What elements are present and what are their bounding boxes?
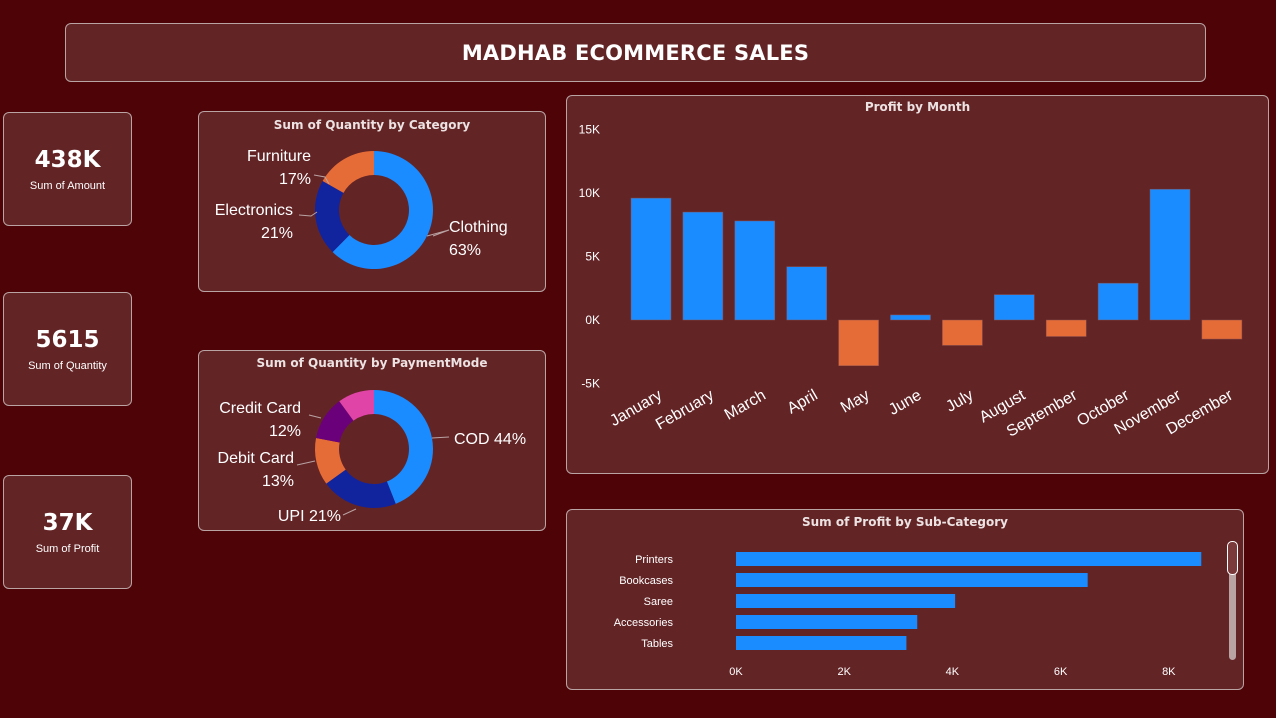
profit-by-subcategory-card[interactable]: Sum of Profit by Sub-Category Printers Bo… bbox=[566, 509, 1244, 690]
bar-november[interactable] bbox=[1149, 188, 1191, 321]
dashboard-title-bar: MADHAB ECOMMERCE SALES bbox=[65, 23, 1206, 82]
kpi-card-amount[interactable]: 438K Sum of Amount bbox=[3, 112, 132, 226]
dashboard-title: MADHAB ECOMMERCE SALES bbox=[461, 40, 810, 65]
furniture-percent: 17% bbox=[279, 171, 311, 188]
credit-card-label: Credit Card bbox=[219, 400, 301, 417]
y-tick-label: 10K bbox=[579, 186, 600, 200]
profit-by-subcategory-chart: Printers Bookcases Saree Accessories Tables 0… bbox=[614, 552, 1202, 678]
x-tick-label-february: February bbox=[653, 387, 717, 434]
y-tick-label: -5K bbox=[581, 377, 600, 391]
kpi-amount-value: 438K bbox=[34, 147, 101, 173]
x-tick-label: 4K bbox=[946, 666, 960, 678]
payment-donut-card[interactable]: Sum of Quantity by PaymentMode COD 44% U… bbox=[198, 350, 546, 531]
clothing-percent: 63% bbox=[449, 242, 481, 259]
category-label-bookcases: Bookcases bbox=[619, 575, 673, 587]
category-label-tables: Tables bbox=[641, 638, 673, 650]
y-tick-label: 0K bbox=[585, 313, 600, 327]
x-tick-label-may: May bbox=[838, 387, 873, 417]
bar-march[interactable] bbox=[734, 220, 776, 321]
kpi-card-profit[interactable]: 37K Sum of Profit bbox=[3, 475, 132, 589]
bar-june[interactable] bbox=[890, 314, 931, 321]
bar-december[interactable] bbox=[1201, 319, 1243, 340]
credit-card-percent: 12% bbox=[269, 423, 301, 440]
hbar-printers[interactable] bbox=[736, 552, 1202, 566]
kpi-card-quantity[interactable]: 5615 Sum of Quantity bbox=[3, 292, 132, 406]
upi-leader-line bbox=[342, 508, 357, 516]
kpi-quantity-value: 5615 bbox=[35, 327, 100, 353]
hbar-saree[interactable] bbox=[736, 594, 956, 608]
category-label-saree: Saree bbox=[644, 596, 673, 608]
clothing-leader-line bbox=[426, 229, 450, 237]
bar-february[interactable] bbox=[682, 211, 724, 321]
bar-april[interactable] bbox=[786, 266, 827, 321]
cod-leader-line bbox=[431, 436, 450, 439]
x-tick-label-march: March bbox=[722, 387, 769, 424]
bar-october[interactable] bbox=[1097, 282, 1139, 321]
x-tick-label: 0K bbox=[729, 666, 743, 678]
electronics-percent: 21% bbox=[261, 225, 293, 242]
debit-card-leader-line bbox=[296, 460, 316, 466]
hbar-bookcases[interactable] bbox=[736, 573, 1088, 587]
hbar-tables[interactable] bbox=[736, 636, 907, 650]
kpi-profit-label: Sum of Profit bbox=[35, 543, 100, 555]
clothing-label: Clothing bbox=[449, 219, 508, 236]
x-tick-label: 2K bbox=[837, 666, 851, 678]
electronics-label: Electronics bbox=[215, 202, 293, 219]
x-tick-label-june: June bbox=[886, 387, 925, 419]
y-tick-label: 15K bbox=[579, 123, 600, 137]
bar-july[interactable] bbox=[942, 319, 983, 346]
category-label-accessories: Accessories bbox=[614, 617, 674, 629]
bar-september[interactable] bbox=[1045, 319, 1087, 337]
x-tick-label: 6K bbox=[1054, 666, 1068, 678]
bar-january[interactable] bbox=[630, 197, 672, 321]
profit-by-month-card[interactable]: Profit by Month 15K 10K 5K 0K -5K January Febr… bbox=[566, 95, 1269, 474]
upi-label: UPI 21% bbox=[278, 508, 341, 525]
furniture-label: Furniture bbox=[247, 148, 311, 165]
kpi-profit-value: 37K bbox=[42, 510, 93, 536]
debit-card-label: Debit Card bbox=[218, 450, 294, 467]
debit-card-percent: 13% bbox=[262, 473, 294, 490]
subcategory-scrollbar-thumb[interactable] bbox=[1227, 541, 1238, 575]
bar-may[interactable] bbox=[838, 319, 879, 366]
cod-label: COD 44% bbox=[454, 431, 526, 448]
bar-august[interactable] bbox=[994, 294, 1035, 321]
kpi-amount-label: Sum of Amount bbox=[29, 180, 106, 192]
electronics-leader-line bbox=[298, 211, 318, 217]
payment-donut-chart: COD 44% UPI 21% Credit Card 12% Debit Ca… bbox=[218, 390, 526, 525]
profit-by-month-chart: 15K10K5K0K-5KJanuaryFebruary March April Ma… bbox=[579, 123, 1243, 441]
kpi-quantity-label: Sum of Quantity bbox=[28, 360, 107, 372]
category-label-printers: Printers bbox=[635, 554, 673, 566]
hbar-accessories[interactable] bbox=[736, 615, 918, 629]
x-tick-label: 8K bbox=[1162, 666, 1176, 678]
x-tick-label-april: April bbox=[784, 387, 820, 418]
credit-card-leader-line bbox=[308, 414, 322, 419]
y-tick-label: 5K bbox=[585, 250, 600, 264]
category-donut-chart: Clothing 63% Furniture 17% Electronics 2… bbox=[215, 148, 508, 269]
x-tick-label-july: July bbox=[943, 387, 976, 416]
category-donut-card[interactable]: Sum of Quantity by Category Clothing 63%… bbox=[198, 111, 546, 292]
